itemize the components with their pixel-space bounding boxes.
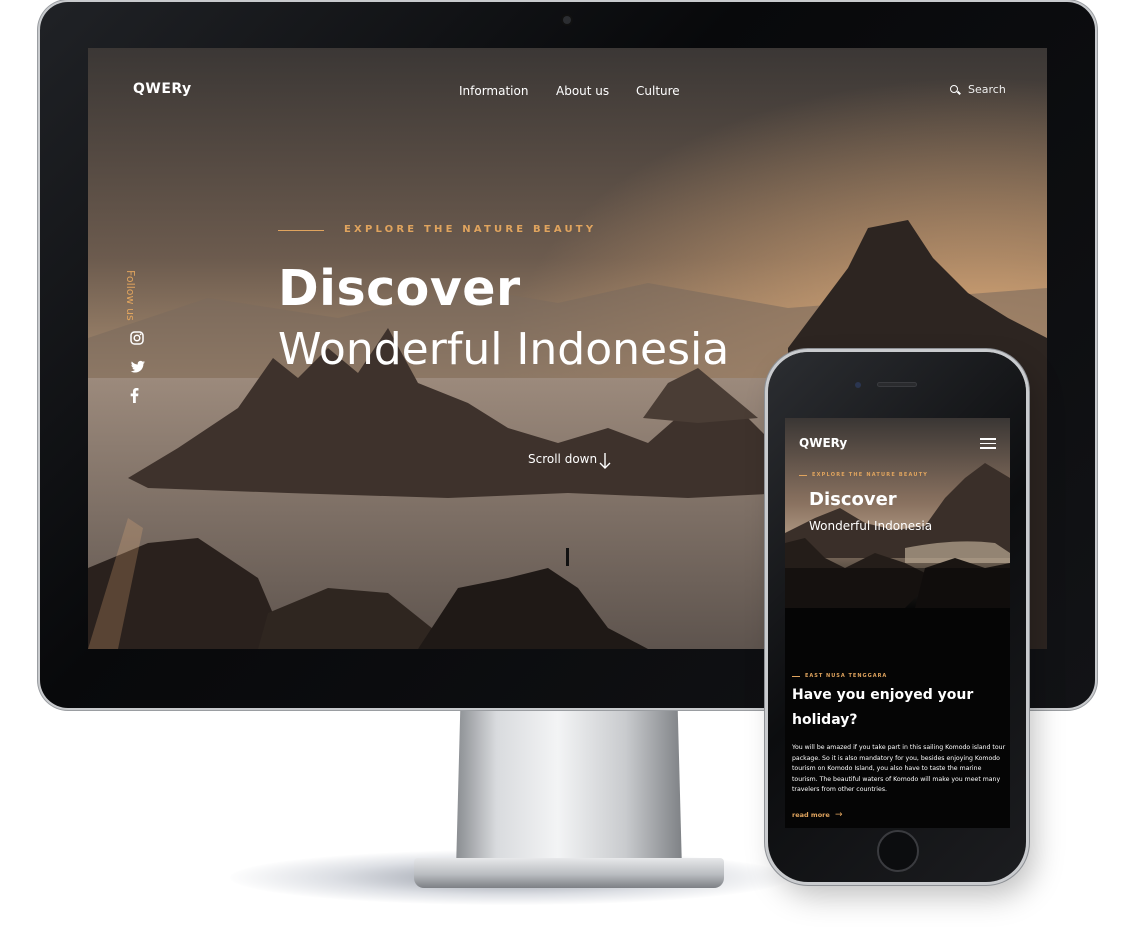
monitor-stand (456, 700, 682, 870)
mobile-hero-tagline: EXPLORE THE NATURE BEAUTY (812, 472, 929, 478)
nav-link-information[interactable]: Information (459, 84, 528, 98)
mobile-logo[interactable]: QWERy (799, 436, 847, 450)
mobile-tagline-rule (799, 475, 807, 476)
instagram-icon[interactable] (130, 331, 144, 345)
monitor-stand-base (414, 858, 724, 888)
search-button[interactable]: Search (968, 83, 1006, 96)
phone-home-button[interactable] (877, 830, 919, 872)
monitor-camera (563, 16, 571, 24)
hero-subtitle: Wonderful Indonesia (278, 324, 730, 375)
arrow-down-icon[interactable] (598, 452, 612, 470)
hamburger-menu-icon[interactable] (980, 438, 996, 449)
tagline-rule (278, 230, 324, 231)
search-icon[interactable] (950, 85, 958, 93)
arrow-right-icon[interactable]: → (835, 811, 843, 820)
region-label: EAST NUSA TENGGARA (805, 673, 888, 679)
nav-link-about-us[interactable]: About us (556, 84, 609, 98)
article-body: You will be amazed if you take part in t… (792, 744, 1006, 793)
article-heading: Have you enjoyed your holiday? (792, 687, 974, 728)
region-rule (792, 676, 800, 677)
facebook-icon[interactable] (130, 388, 139, 403)
mobile-hero: QWERy EXPLORE THE NATURE BEAUTY Discover… (785, 418, 1010, 608)
mobile-hero-subtitle: Wonderful Indonesia (809, 519, 933, 533)
read-more-link[interactable]: read more (792, 811, 830, 819)
mobile-hero-title: Discover (809, 489, 897, 510)
site-logo[interactable]: QWERy (133, 81, 192, 97)
nav-link-culture[interactable]: Culture (636, 84, 680, 98)
hero-title: Discover (278, 260, 521, 317)
phone-speaker (877, 382, 917, 387)
twitter-icon[interactable] (130, 360, 146, 374)
follow-us-label: Follow us (124, 270, 137, 321)
mobile-screen: QWERy EXPLORE THE NATURE BEAUTY Discover… (785, 418, 1010, 828)
hero-tagline: EXPLORE THE NATURE BEAUTY (344, 224, 597, 235)
scroll-down-button[interactable]: Scroll down (528, 452, 597, 466)
phone-camera (855, 382, 861, 388)
